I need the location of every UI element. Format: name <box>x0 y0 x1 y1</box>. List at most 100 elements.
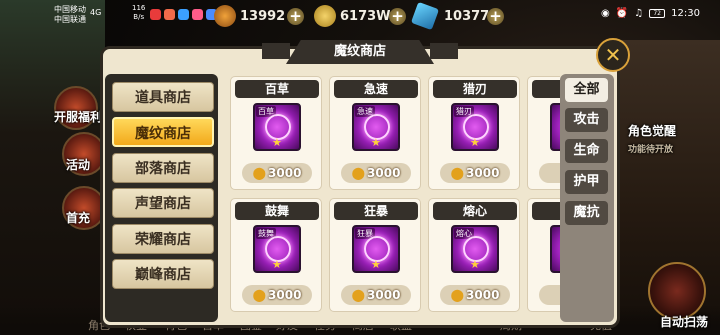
crystal-currency: 10377 <box>410 1 490 31</box>
shop-title: 魔纹商店 <box>286 40 434 64</box>
price-value: 3000 <box>367 288 401 302</box>
rune-icon: 猎刃 ★ <box>451 103 499 151</box>
star-icon: ★ <box>371 136 381 149</box>
crystal-add-button[interactable]: + <box>487 8 504 25</box>
feature-pending-label: 功能待开放 <box>628 145 674 155</box>
rune-icon: 百草 ★ <box>253 103 301 151</box>
item-card[interactable]: 熔心 熔心 ★ ⬤ 3000 <box>428 198 520 312</box>
gold-add-button[interactable]: + <box>389 8 406 25</box>
nav-item-honor-shop[interactable]: 荣耀商店 <box>112 224 214 254</box>
activity-label: 活动 <box>66 158 91 172</box>
network-speed-value: 116 <box>132 4 146 12</box>
item-grid: 百草 百草 ★ ⬤ 3000 急速 急速 ★ ⬤ 3000 猎刃 猎刃 ★ ⬤ … <box>224 70 560 320</box>
price-tag[interactable]: ⬤ 3000 <box>242 285 312 305</box>
star-icon: ★ <box>272 136 282 149</box>
carrier-2: 中国联通 <box>54 15 86 24</box>
app-notification-icon <box>164 9 175 20</box>
gold-value: 6173W <box>340 8 391 24</box>
header-right-wing <box>430 43 458 59</box>
rune-icon: 狂暴 ★ <box>352 225 400 273</box>
item-card-partial[interactable] <box>527 198 560 312</box>
close-button[interactable]: ✕ <box>596 38 630 72</box>
item-name: 狂暴 <box>334 202 418 220</box>
filter-armor[interactable]: 护甲 <box>565 170 608 194</box>
item-name: 鼓舞 <box>235 202 319 220</box>
nav-item-tribe-shop[interactable]: 部落商店 <box>112 153 214 183</box>
rune-icon <box>550 103 560 151</box>
price-value: 3000 <box>268 288 302 302</box>
item-card-partial[interactable] <box>527 76 560 190</box>
header-left-wing <box>262 43 290 59</box>
price-tag[interactable] <box>539 285 560 305</box>
gold-currency: 6173W <box>314 5 391 27</box>
alarm-icon: ⏰ <box>615 8 629 19</box>
filter-health[interactable]: 生命 <box>565 139 608 163</box>
role-awaken-label: 角色觉醒 <box>628 124 677 138</box>
crystal-value: 10377 <box>444 8 490 24</box>
coin-icon: ⬤ <box>252 166 267 180</box>
coin-icon: ⬤ <box>450 288 465 302</box>
price-value: 3000 <box>466 288 500 302</box>
rune-icon: 熔心 ★ <box>451 225 499 273</box>
price-tag[interactable]: ⬤ 3000 <box>341 163 411 183</box>
item-card[interactable]: 百草 百草 ★ ⬤ 3000 <box>230 76 322 190</box>
coin-icon: ⬤ <box>351 288 366 302</box>
clock: 12:30 <box>671 8 700 19</box>
nav-item-reputation-shop[interactable]: 声望商店 <box>112 188 214 218</box>
network-speed: 116 B/s <box>132 4 145 22</box>
coin-icon: ⬤ <box>450 166 465 180</box>
price-tag[interactable]: ⬤ 3000 <box>440 163 510 183</box>
gold-coin-icon <box>314 5 336 27</box>
price-value: 3000 <box>268 166 302 180</box>
first-charge-label: 首充 <box>66 211 91 225</box>
coin-icon: ⬤ <box>351 166 366 180</box>
star-icon: ★ <box>371 258 381 271</box>
app-notification-icon <box>178 9 189 20</box>
item-card[interactable]: 鼓舞 鼓舞 ★ ⬤ 3000 <box>230 198 322 312</box>
price-tag[interactable]: ⬤ 3000 <box>341 285 411 305</box>
price-tag[interactable] <box>539 163 560 183</box>
rune-icon: 急速 ★ <box>352 103 400 151</box>
energy-icon <box>214 5 236 27</box>
filter-attack[interactable]: 攻击 <box>565 108 608 132</box>
item-name <box>532 202 560 220</box>
network-speed-unit: B/s <box>133 13 145 21</box>
filter-magic-resist[interactable]: 魔抗 <box>565 201 608 225</box>
nav-item-item-shop[interactable]: 道具商店 <box>112 82 214 112</box>
item-card[interactable]: 猎刃 猎刃 ★ ⬤ 3000 <box>428 76 520 190</box>
nav-item-rune-shop[interactable]: 魔纹商店 <box>112 117 214 147</box>
item-card[interactable]: 狂暴 狂暴 ★ ⬤ 3000 <box>329 198 421 312</box>
star-icon: ★ <box>470 136 480 149</box>
item-name: 急速 <box>334 80 418 98</box>
network-type: 4G <box>90 8 102 17</box>
star-icon: ★ <box>272 258 282 271</box>
rune-icon: 鼓舞 ★ <box>253 225 301 273</box>
item-name: 猎刃 <box>433 80 517 98</box>
price-tag[interactable]: ⬤ 3000 <box>440 285 510 305</box>
app-notification-icon <box>192 9 203 20</box>
star-icon: ★ <box>470 258 480 271</box>
open-server-welfare-label: 开服福利 <box>54 110 103 124</box>
headset-icon: ♫ <box>634 8 644 19</box>
filter-all[interactable]: 全部 <box>565 78 608 102</box>
energy-currency: 13992 <box>214 5 285 27</box>
price-value: 3000 <box>367 166 401 180</box>
carrier-1: 中国移动 <box>54 5 86 14</box>
nav-item-peak-shop[interactable]: 巅峰商店 <box>112 259 214 289</box>
item-name: 熔心 <box>433 202 517 220</box>
eye-icon: ◉ <box>601 8 610 19</box>
battery-icon: 72 <box>649 9 666 18</box>
rune-icon <box>550 225 560 273</box>
item-name: 百草 <box>235 80 319 98</box>
price-tag[interactable]: ⬤ 3000 <box>242 163 312 183</box>
energy-add-button[interactable]: + <box>287 8 304 25</box>
coin-icon: ⬤ <box>252 288 267 302</box>
item-name <box>532 80 560 98</box>
energy-value: 13992 <box>240 8 286 24</box>
app-notification-icon <box>150 9 161 20</box>
auto-sweep-label: 自动扫荡 <box>659 315 708 329</box>
crystal-icon <box>410 1 440 31</box>
price-value: 3000 <box>466 166 500 180</box>
auto-sweep-button[interactable] <box>648 262 706 320</box>
item-card[interactable]: 急速 急速 ★ ⬤ 3000 <box>329 76 421 190</box>
